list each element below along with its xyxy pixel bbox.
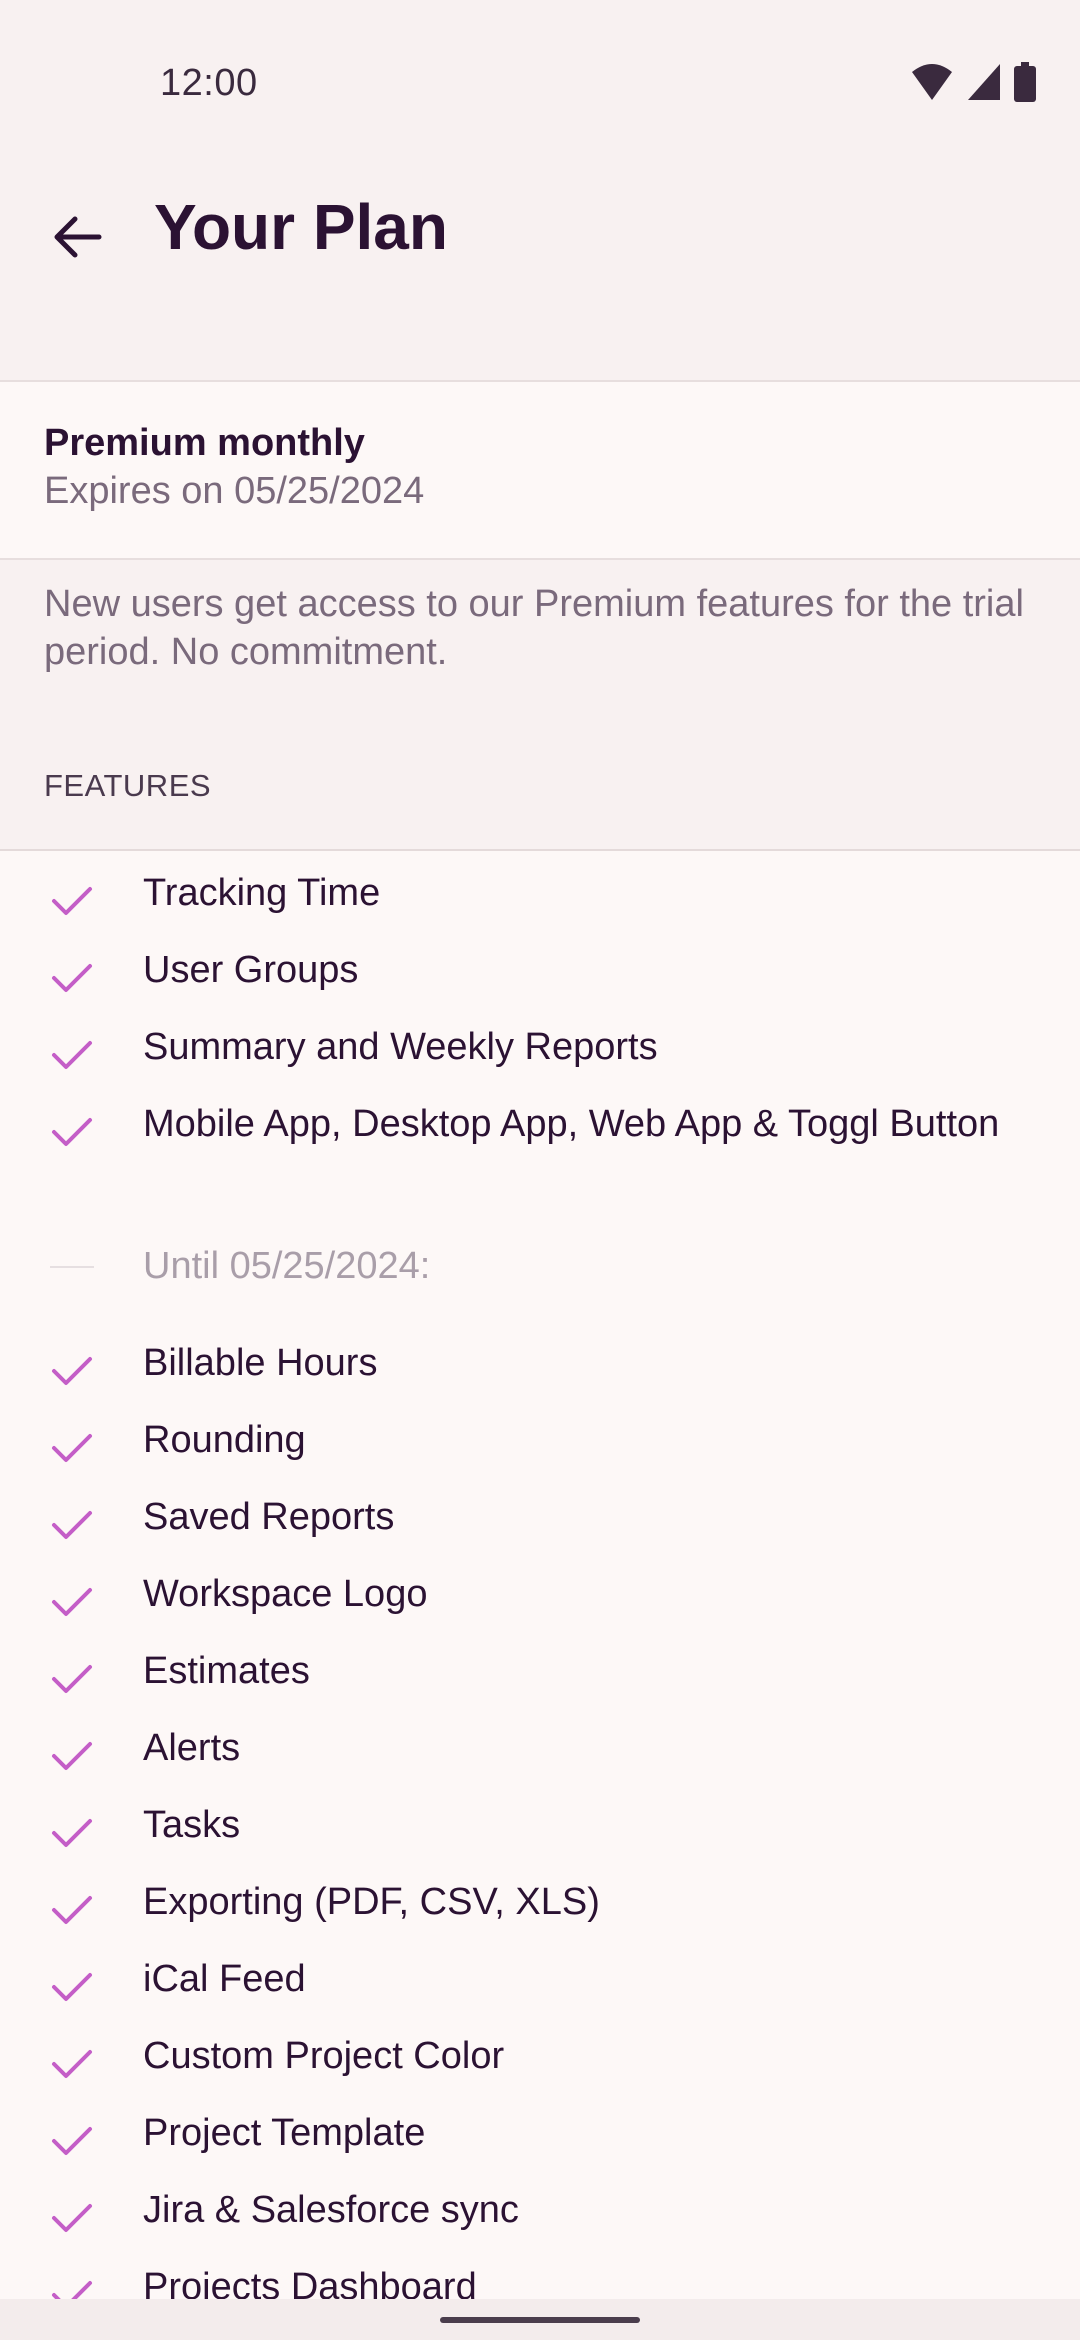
feature-label: Projects Dashboard	[143, 2266, 477, 2299]
feature-label: User Groups	[143, 949, 359, 991]
feature-label: Custom Project Color	[143, 2035, 505, 2077]
dash-icon	[50, 1266, 94, 1268]
feature-label: Exporting (PDF, CSV, XLS)	[143, 1881, 600, 1923]
features-header: FEATURES	[44, 768, 212, 803]
feature-label: iCal Feed	[143, 1958, 306, 2000]
app-bar: Your Plan	[0, 170, 1080, 382]
wifi-icon	[910, 62, 954, 102]
plan-card: Premium monthly Expires on 05/25/2024	[0, 382, 1080, 560]
navigation-bar	[0, 2299, 1080, 2340]
check-icon	[50, 1811, 94, 1855]
check-icon	[50, 956, 94, 1000]
check-icon	[50, 1503, 94, 1547]
feature-label: Project Template	[143, 2112, 426, 2154]
plan-expiry: Expires on 05/25/2024	[44, 470, 425, 512]
until-label: Until 05/25/2024:	[143, 1245, 431, 1287]
check-icon	[50, 2273, 94, 2299]
feature-label: Tracking Time	[143, 872, 381, 914]
plan-name: Premium monthly	[44, 422, 365, 464]
cellular-signal-icon	[966, 62, 1002, 102]
check-icon	[50, 879, 94, 923]
check-icon	[50, 1033, 94, 1077]
battery-icon	[1014, 62, 1036, 102]
check-icon	[50, 1426, 94, 1470]
status-time: 12:00	[160, 62, 258, 104]
check-icon	[50, 2119, 94, 2163]
feature-label: Mobile App, Desktop App, Web App & Toggl…	[143, 1103, 1000, 1145]
feature-label: Saved Reports	[143, 1496, 395, 1538]
feature-label: Estimates	[143, 1650, 310, 1692]
check-icon	[50, 1965, 94, 2009]
check-icon	[50, 1888, 94, 1932]
check-icon	[50, 2196, 94, 2240]
check-icon	[50, 1657, 94, 1701]
feature-label: Jira & Salesforce sync	[143, 2189, 519, 2231]
status-bar: 12:00	[0, 0, 1080, 170]
check-icon	[50, 2042, 94, 2086]
trial-note: New users get access to our Premium feat…	[44, 583, 1024, 673]
features-list[interactable]: Tracking Time User Groups Summary and We…	[0, 851, 1080, 2299]
back-button[interactable]	[36, 198, 118, 280]
feature-label: Billable Hours	[143, 1342, 378, 1384]
feature-label: Alerts	[143, 1727, 241, 1769]
feature-label: Workspace Logo	[143, 1573, 428, 1615]
check-icon	[50, 1349, 94, 1393]
home-indicator[interactable]	[440, 2317, 640, 2323]
check-icon	[50, 1734, 94, 1778]
feature-label: Summary and Weekly Reports	[143, 1026, 658, 1068]
feature-label: Tasks	[143, 1804, 241, 1846]
feature-label: Rounding	[143, 1419, 306, 1461]
check-icon	[50, 1110, 94, 1154]
status-icons	[910, 60, 1036, 104]
arrow-left-icon	[51, 211, 103, 268]
check-icon	[50, 1580, 94, 1624]
page-title: Your Plan	[154, 191, 448, 263]
